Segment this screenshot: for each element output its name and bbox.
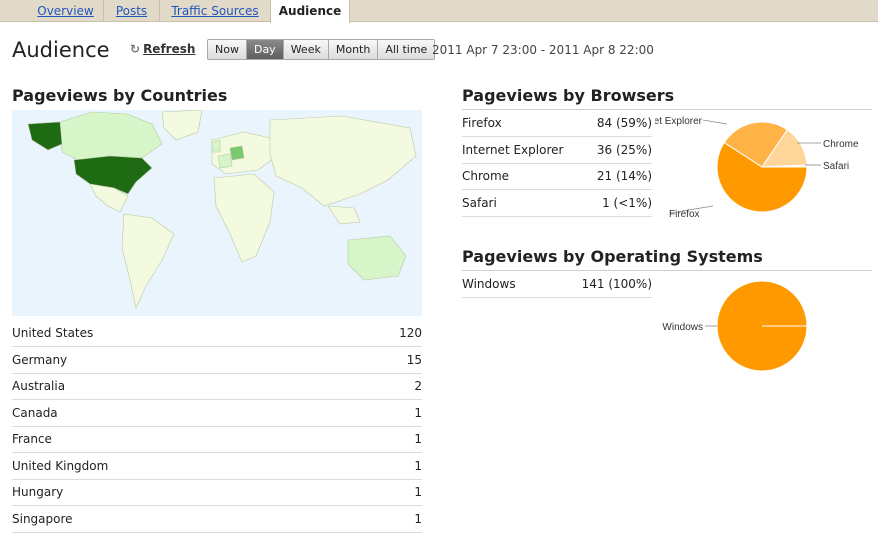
country-value: 1 <box>414 432 422 446</box>
os-pie-chart: Windows <box>662 280 808 372</box>
country-value: 15 <box>406 353 422 367</box>
country-value: 2 <box>414 379 422 393</box>
pie-label: Safari <box>823 161 849 172</box>
refresh-button[interactable]: ↻ Refresh <box>130 42 195 56</box>
pie-label: Windows <box>662 322 703 333</box>
country-value: 1 <box>414 485 422 499</box>
country-name: Australia <box>12 379 66 393</box>
os-divider <box>462 270 872 271</box>
page-title: Audience <box>12 38 110 62</box>
browsers-title: Pageviews by Browsers <box>462 86 675 105</box>
refresh-label: Refresh <box>143 42 196 56</box>
tab-bar: Overview Posts Traffic Sources Audience <box>0 0 878 23</box>
country-value: 1 <box>414 512 422 526</box>
table-row: Germany 15 <box>12 353 422 374</box>
pie-leader-line <box>702 119 728 125</box>
pie-label: et Explorer <box>655 116 703 127</box>
os-value: 141 (100%) <box>581 277 652 291</box>
country-name: Singapore <box>12 512 73 526</box>
tab-audience[interactable]: Audience <box>270 0 350 23</box>
range-now-button[interactable]: Now <box>208 40 247 59</box>
country-value: 1 <box>414 406 422 420</box>
country-name: United Kingdom <box>12 459 109 473</box>
map-uk <box>211 139 221 153</box>
table-row: Australia 2 <box>12 379 422 400</box>
countries-title: Pageviews by Countries <box>12 86 228 105</box>
country-name: Canada <box>12 406 58 420</box>
country-name: United States <box>12 326 94 340</box>
browser-name: Firefox <box>462 116 502 130</box>
os-title: Pageviews by Operating Systems <box>462 247 763 266</box>
table-row: Singapore 1 <box>12 512 422 533</box>
map-germany <box>229 145 245 161</box>
browser-name: Safari <box>462 196 497 210</box>
tab-traffic-sources[interactable]: Traffic Sources <box>160 0 270 22</box>
table-row: Hungary 1 <box>12 485 422 506</box>
range-day-button[interactable]: Day <box>246 40 284 59</box>
refresh-icon: ↻ <box>130 42 141 56</box>
table-row: Chrome 21 (14%) <box>462 169 652 190</box>
pie-label: Chrome <box>823 139 859 150</box>
range-week-button[interactable]: Week <box>283 40 329 59</box>
world-map[interactable] <box>12 110 422 316</box>
browser-value: 84 (59%) <box>596 116 652 130</box>
table-row: France 1 <box>12 432 422 453</box>
browser-value: 1 (<1%) <box>602 196 652 210</box>
table-row: Canada 1 <box>12 406 422 427</box>
country-value: 120 <box>399 326 422 340</box>
range-all-time-button[interactable]: All time <box>378 40 435 59</box>
time-range-selector: Now Day Week Month All time <box>207 39 436 60</box>
tab-overview[interactable]: Overview <box>28 0 104 22</box>
map-france <box>217 153 233 169</box>
table-row: Firefox 84 (59%) <box>462 116 652 137</box>
table-row: United Kingdom 1 <box>12 459 422 480</box>
browser-name: Internet Explorer <box>462 143 564 157</box>
country-name: France <box>12 432 52 446</box>
pie-label: Firefox <box>669 209 700 220</box>
tab-posts[interactable]: Posts <box>104 0 160 22</box>
browser-name: Chrome <box>462 169 510 183</box>
world-map-svg <box>12 110 422 316</box>
browsers-pie-chart: Firefox et Explorer Chrome Safari <box>655 116 859 220</box>
country-name: Germany <box>12 353 68 367</box>
table-row: Internet Explorer 36 (25%) <box>462 143 652 164</box>
table-row: Safari 1 (<1%) <box>462 196 652 217</box>
os-name: Windows <box>462 277 516 291</box>
country-name: Hungary <box>12 485 64 499</box>
table-row: United States 120 <box>12 326 422 347</box>
country-value: 1 <box>414 459 422 473</box>
browser-value: 36 (25%) <box>596 143 652 157</box>
table-row: Windows 141 (100%) <box>462 277 652 298</box>
range-month-button[interactable]: Month <box>328 40 379 59</box>
browser-value: 21 (14%) <box>596 169 652 183</box>
date-range: 2011 Apr 7 23:00 - 2011 Apr 8 22:00 <box>432 43 654 57</box>
